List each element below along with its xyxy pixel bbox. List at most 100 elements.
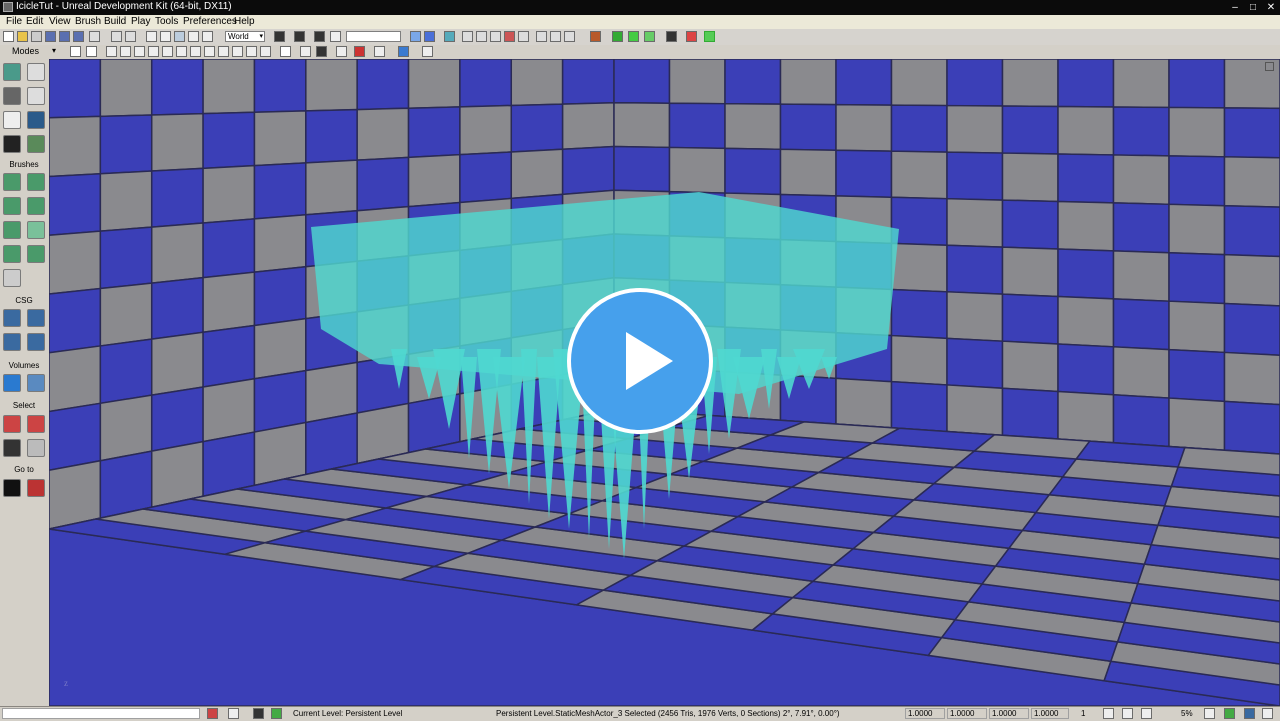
build-lighting-icon[interactable] [476, 31, 487, 42]
lock-icon[interactable] [336, 46, 347, 57]
go-to-actor-icon[interactable] [3, 479, 21, 497]
rotation-snap-icon[interactable] [1122, 708, 1133, 719]
sheet-brush-icon[interactable] [27, 221, 45, 239]
select-icon[interactable] [146, 31, 157, 42]
light-complexity-icon[interactable] [190, 46, 201, 57]
brick-icon[interactable] [590, 31, 601, 42]
frame-icon[interactable] [374, 46, 385, 57]
scale-x-field[interactable]: 1.0000 [905, 708, 945, 719]
cube-brush-icon[interactable] [3, 173, 21, 191]
globe-icon[interactable] [444, 31, 455, 42]
wireframe-icon[interactable] [120, 46, 131, 57]
realtime-icon[interactable] [86, 46, 97, 57]
menu-file[interactable]: File [6, 16, 22, 27]
menu-view[interactable]: View [49, 16, 71, 27]
scale-z-field[interactable]: 1.0000 [989, 708, 1029, 719]
record-icon[interactable] [354, 46, 365, 57]
play-icon[interactable] [704, 31, 715, 42]
perspective-icon[interactable] [70, 46, 81, 57]
level-icon[interactable] [253, 708, 264, 719]
volumetric-brush-icon[interactable] [3, 269, 21, 287]
chevron-down-icon[interactable]: ▾ [52, 46, 56, 55]
k-icon[interactable] [314, 31, 325, 42]
build-all-icon[interactable] [518, 31, 529, 42]
command-input[interactable] [2, 708, 200, 719]
play-in-editor-icon[interactable] [644, 31, 655, 42]
foliage-icon[interactable] [27, 135, 45, 153]
build-paths-icon[interactable] [490, 31, 501, 42]
tool-b-icon[interactable] [564, 31, 575, 42]
csg-add-icon[interactable] [3, 309, 21, 327]
lock-status-icon[interactable] [228, 708, 239, 719]
lighting-only-icon[interactable] [176, 46, 187, 57]
menu-preferences[interactable]: Preferences [183, 16, 237, 27]
scale-all-field[interactable]: 1.0000 [1031, 708, 1069, 719]
new-icon[interactable] [3, 31, 14, 42]
translate-icon[interactable] [160, 31, 171, 42]
menu-edit[interactable]: Edit [26, 16, 43, 27]
lighting-info-icon[interactable] [246, 46, 257, 57]
save-as-icon[interactable] [73, 31, 84, 42]
coordinate-system-select[interactable]: World ▾ [225, 31, 265, 42]
light-icon[interactable] [612, 31, 623, 42]
viewport-settings-icon[interactable] [1244, 708, 1255, 719]
view-mode-2-icon[interactable] [424, 31, 435, 42]
terrain-mode-icon[interactable] [3, 87, 21, 105]
content-browser-icon[interactable] [89, 31, 100, 42]
video-play-button[interactable] [567, 288, 713, 434]
camera-mode-icon[interactable] [3, 63, 21, 81]
matinee-icon[interactable] [294, 31, 305, 42]
cone-brush-icon[interactable] [27, 173, 45, 191]
split-icon[interactable] [422, 46, 433, 57]
menu-brush[interactable]: Brush [75, 16, 101, 27]
search-input[interactable] [346, 31, 401, 42]
unlit-icon[interactable] [134, 46, 145, 57]
hide-selected-icon[interactable] [27, 415, 45, 433]
geometry-mode-icon[interactable] [27, 63, 45, 81]
cook-icon[interactable] [686, 31, 697, 42]
brush-wireframe-icon[interactable] [106, 46, 117, 57]
menu-tools[interactable]: Tools [155, 16, 178, 27]
play-in-viewport-icon[interactable] [628, 31, 639, 42]
level-browser-icon[interactable] [271, 708, 282, 719]
maximize-viewport-icon[interactable] [1265, 62, 1274, 71]
close-button[interactable]: ✕ [1262, 0, 1280, 15]
minimize-button[interactable]: – [1226, 0, 1244, 15]
post-process-icon[interactable] [316, 46, 327, 57]
play-from-here-icon[interactable] [398, 46, 409, 57]
texture-density-icon[interactable] [204, 46, 215, 57]
nonuniform-scale-icon[interactable] [202, 31, 213, 42]
menu-play[interactable]: Play [131, 16, 150, 27]
invert-selection-icon[interactable] [3, 439, 21, 457]
undo-icon[interactable] [111, 31, 122, 42]
linear-stair-brush-icon[interactable] [3, 221, 21, 239]
lit-icon[interactable] [148, 46, 159, 57]
lightmap-density-icon[interactable] [232, 46, 243, 57]
sphere-brush-icon[interactable] [27, 245, 45, 263]
tool-a-icon[interactable] [550, 31, 561, 42]
game-view-icon[interactable] [280, 46, 291, 57]
build-cover-icon[interactable] [504, 31, 515, 42]
rotate-icon[interactable] [174, 31, 185, 42]
landscape-icon[interactable] [3, 135, 21, 153]
csg-intersect-icon[interactable] [3, 333, 21, 351]
menu-help[interactable]: Help [234, 16, 255, 27]
view-mode-1-icon[interactable] [410, 31, 421, 42]
spiral-stair-brush-icon[interactable] [3, 245, 21, 263]
error-icon[interactable] [207, 708, 218, 719]
redo-icon[interactable] [125, 31, 136, 42]
move-mode-icon[interactable] [27, 87, 45, 105]
kismet-icon[interactable] [274, 31, 285, 42]
cylinder-brush-icon[interactable] [27, 197, 45, 215]
drag-grid-icon[interactable] [1204, 708, 1215, 719]
layer-icon[interactable] [330, 31, 341, 42]
curved-stair-brush-icon[interactable] [3, 197, 21, 215]
save-icon[interactable] [45, 31, 56, 42]
mesh-paint-icon[interactable] [27, 111, 45, 129]
add-volume-icon[interactable] [3, 374, 21, 392]
dynamic-shadows-icon[interactable] [300, 46, 311, 57]
detail-lighting-icon[interactable] [162, 46, 173, 57]
search-icon[interactable] [536, 31, 547, 42]
texture-align-icon[interactable] [3, 111, 21, 129]
autosave-icon[interactable] [1224, 708, 1235, 719]
